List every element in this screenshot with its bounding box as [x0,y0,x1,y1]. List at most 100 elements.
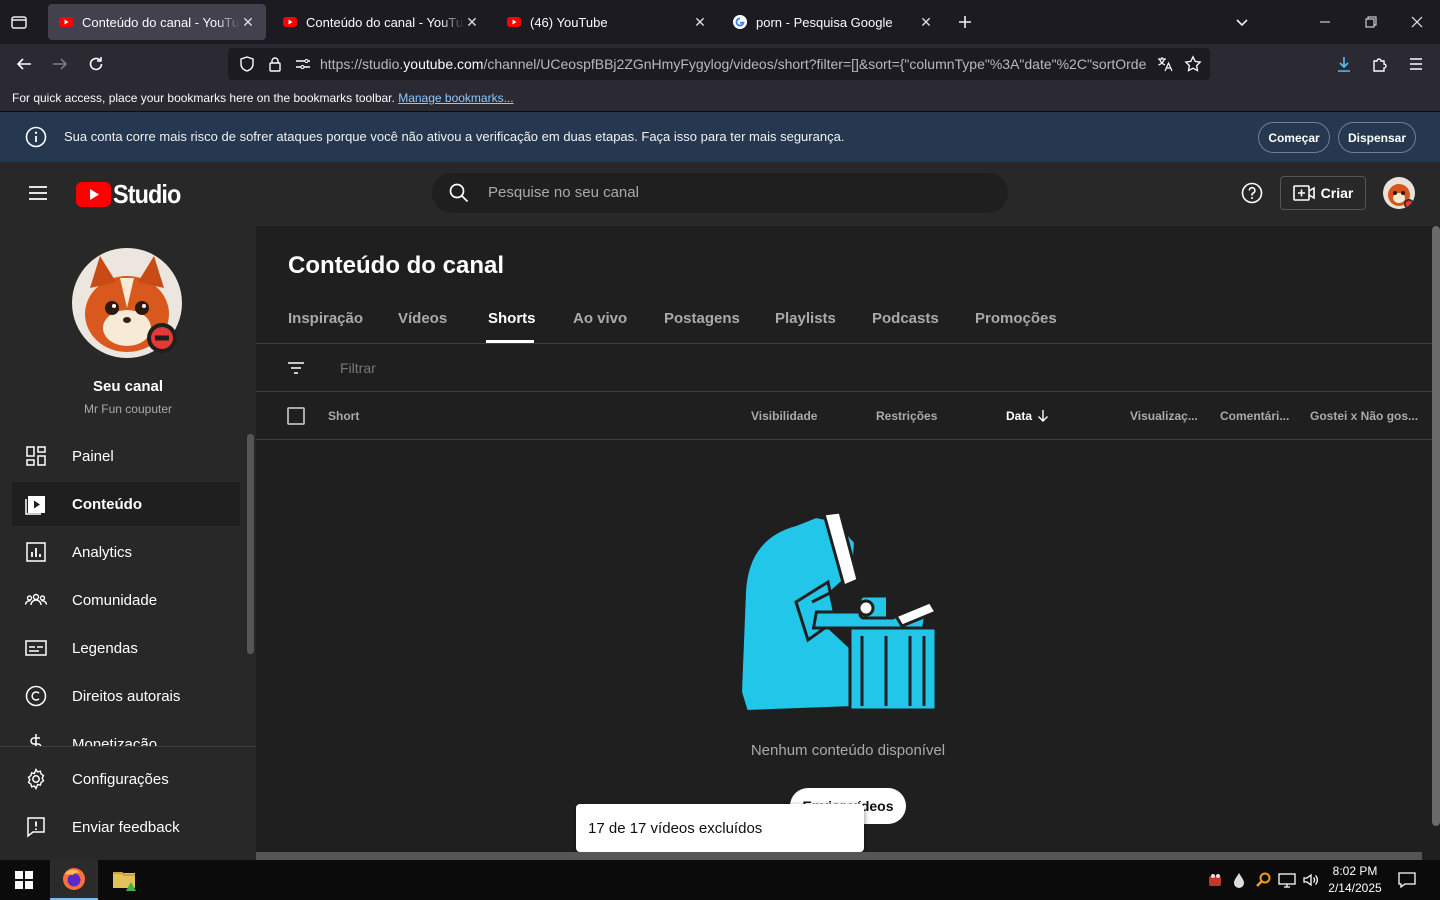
empty-state-illustration [736,512,960,718]
column-header-visibilidade: Visibilidade [751,409,818,423]
firefox-taskbar-icon[interactable] [50,860,98,900]
create-video-icon [1292,185,1315,201]
translate-icon[interactable] [1156,55,1174,73]
column-header-comentarios: Comentári... [1220,409,1290,423]
studio-logo[interactable]: Studio [76,179,188,210]
browser-tab[interactable]: porn - Pesquisa Google ✕ [722,4,944,40]
sidebar-item-label: Comunidade [72,591,158,609]
sidebar-item-analytics[interactable]: Analytics [12,530,240,574]
sidebar-item-label: Legendas [72,639,138,657]
notifications-icon[interactable] [1397,871,1417,889]
create-button[interactable]: Criar [1280,176,1366,210]
browser-tab[interactable]: (46) YouTube ✕ [496,4,718,40]
window-close-icon[interactable] [1402,8,1432,36]
column-header-restricoes: Restrições [876,409,938,423]
bookmark-star-icon[interactable] [1184,55,1202,73]
volume-icon[interactable] [1302,872,1320,888]
tab-postagens[interactable]: Postagens [664,310,740,327]
tab-playlists[interactable]: Playlists [775,310,836,327]
permissions-icon[interactable] [294,56,312,72]
manage-bookmarks-link[interactable]: Manage bookmarks... [398,91,513,105]
restore-icon[interactable] [1356,8,1386,36]
column-header-data-label: Data [1006,409,1033,423]
url-bar[interactable]: https://studio.youtube.com/channel/UCeos… [228,48,1210,80]
file-explorer-taskbar-icon[interactable] [100,860,148,900]
gear-icon [27,768,45,790]
select-all-checkbox[interactable] [287,407,305,425]
hamburger-menu-icon[interactable] [27,182,49,204]
tab-promocoes[interactable]: Promoções [975,310,1057,327]
account-avatar[interactable] [1383,177,1415,209]
forward-icon[interactable] [46,50,74,78]
sidebar-item-conteudo[interactable]: Conteúdo [12,482,240,526]
reload-icon[interactable] [82,50,110,78]
new-tab-icon[interactable] [955,12,975,32]
downloads-icon[interactable] [1330,50,1358,78]
dismiss-button[interactable]: Dispensar [1338,122,1416,153]
browser-tab-strip: Conteúdo do canal - YouTube Studio ✕ Con… [0,0,1440,44]
column-header-gostei: Gostei x Não gos... [1310,409,1419,423]
browser-tab[interactable]: Conteúdo do canal - YouTube Studio ✕ [48,4,266,40]
tab-podcasts[interactable]: Podcasts [872,310,939,327]
youtube-icon [283,17,297,27]
tab-title: (46) YouTube [530,14,608,30]
lock-icon[interactable] [266,55,284,73]
search-input[interactable]: Pesquise no seu canal [488,184,639,201]
content-icon [25,496,45,515]
horizontal-scrollbar[interactable] [256,852,1422,860]
tab-title: Conteúdo do canal - YouTube Studio [82,14,240,30]
vertical-scrollbar[interactable] [1432,226,1440,826]
close-tab-icon[interactable]: ✕ [918,14,934,31]
close-tab-icon[interactable]: ✕ [240,14,256,31]
empty-state-text: Nenhum conteúdo disponível [750,742,946,759]
minimize-icon[interactable] [1310,8,1340,36]
tab-videos[interactable]: Vídeos [398,310,447,327]
tab-overflow-chevron-icon[interactable] [1232,12,1252,32]
studio-header: Studio Pesquise no seu canal Criar [0,162,1440,226]
app-menu-icon[interactable] [1402,50,1430,78]
snackbar-toast: 17 de 17 vídeos excluídos [576,804,864,852]
filter-icon[interactable] [286,358,306,378]
url-text[interactable]: https://studio.youtube.com/channel/UCeos… [320,56,1146,72]
sidebar-item-label: Analytics [72,543,133,561]
sidebar-item-painel[interactable]: Painel [12,434,240,478]
browser-tab[interactable]: Conteúdo do canal - YouTube Studio ✕ [272,4,490,40]
tracking-protection-icon[interactable] [238,55,256,73]
clock-date: 2/14/2025 [1328,881,1382,895]
youtube-logo-icon [76,182,111,207]
analytics-icon [26,542,46,562]
tab-ao-vivo[interactable]: Ao vivo [573,310,627,327]
sidebar-scrollbar[interactable] [247,434,254,654]
sidebar-item-label: Configurações [72,770,169,788]
windows-start-icon[interactable] [0,860,48,900]
search-icon[interactable] [449,183,469,203]
start-button[interactable]: Começar [1258,122,1330,153]
bookmarks-hint: For quick access, place your bookmarks h… [12,91,395,105]
sidebar-item-legendas[interactable]: Legendas [12,626,240,670]
close-tab-icon[interactable]: ✕ [464,14,480,31]
back-icon[interactable] [10,50,38,78]
channel-search[interactable]: Pesquise no seu canal [432,173,1008,213]
tab-list-icon[interactable] [10,13,28,31]
sidebar-item-comunidade[interactable]: Comunidade [12,578,240,622]
filter-input[interactable]: Filtrar [340,360,376,376]
tab-inspiracao[interactable]: Inspiração [288,310,363,327]
tray-app-icon[interactable] [1207,872,1223,888]
sidebar-item-configuracoes[interactable]: Configurações [12,757,240,801]
network-icon[interactable] [1278,872,1296,888]
system-clock[interactable]: 8:02 PM 2/14/2025 [1322,863,1388,897]
tab-shorts[interactable]: Shorts [488,310,536,327]
tray-drop-icon[interactable] [1232,872,1246,888]
tab-title: Conteúdo do canal - YouTube Studio [306,14,464,30]
tray-search-icon[interactable] [1255,872,1271,888]
sidebar-item-direitos-autorais[interactable]: Direitos autorais [12,674,240,718]
sidebar-item-label: Conteúdo [72,495,142,513]
column-header-data[interactable]: Data [1006,409,1050,423]
sidebar: Seu canal Mr Fun couputer Painel Conteúd… [0,226,256,860]
help-icon[interactable] [1241,182,1263,204]
youtube-icon [507,17,521,27]
extensions-icon[interactable] [1366,50,1394,78]
sidebar-bottom-panel: Configurações Enviar feedback [0,746,256,860]
sidebar-item-enviar-feedback[interactable]: Enviar feedback [12,805,240,849]
close-tab-icon[interactable]: ✕ [692,14,708,31]
